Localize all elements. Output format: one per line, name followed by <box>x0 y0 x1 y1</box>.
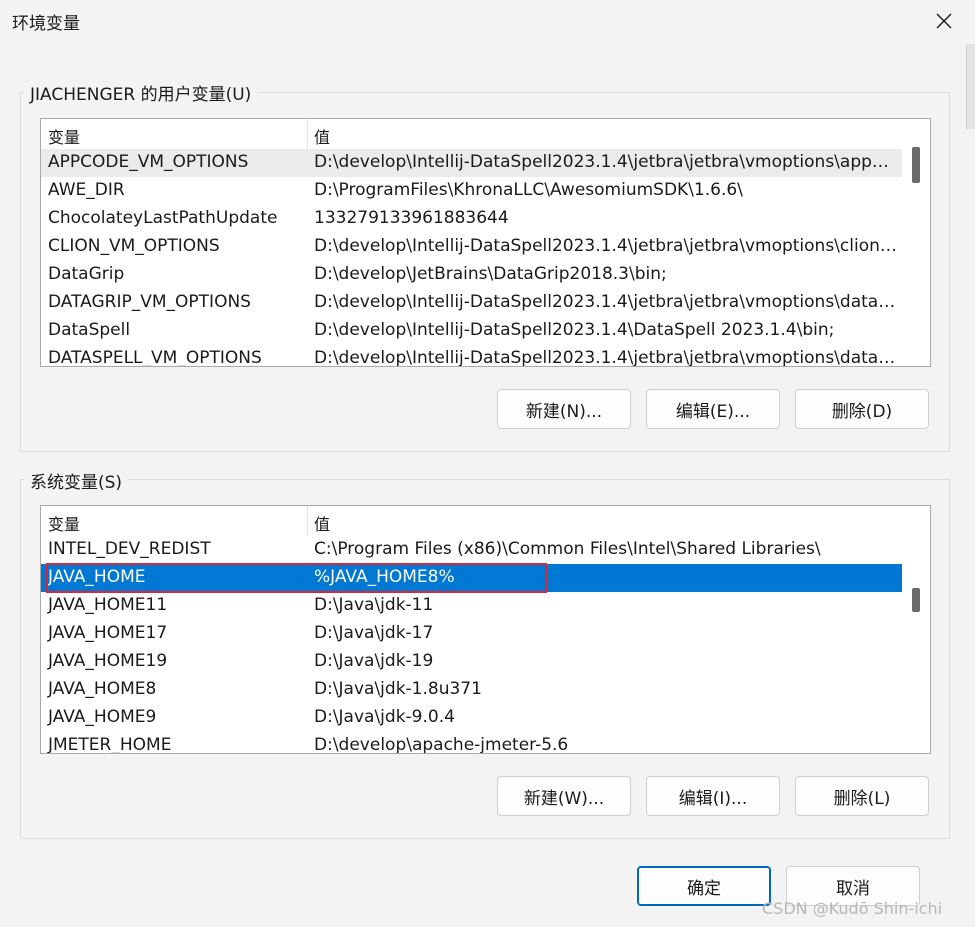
variable-value: D:\Java\jdk-11 <box>314 595 434 615</box>
variable-value: D:\develop\apache-jmeter-5.6 <box>314 735 569 754</box>
variable-value: D:\Java\jdk-19 <box>314 651 434 671</box>
system-variables-list[interactable]: 变量 值 INTEL_DEV_REDIST C:\Program Files (x… <box>40 505 931 754</box>
system-variables-legend: 系统变量(S) <box>24 468 129 493</box>
user-variables-list[interactable]: 变量 值 APPCODE_VM_OPTIONS D:\develop\Intell… <box>40 118 931 367</box>
system-delete-button[interactable]: 删除(L) <box>795 776 929 816</box>
variable-value: D:\develop\JetBrains\DataGrip2018.3\bin; <box>314 264 667 284</box>
table-row[interactable]: DataGrip D:\develop\JetBrains\DataGrip201… <box>41 261 902 289</box>
list-header: 变量 值 <box>41 119 902 149</box>
variable-value: C:\Program Files (x86)\Common Files\Inte… <box>314 539 821 559</box>
variable-value: D:\Java\jdk-17 <box>314 623 434 643</box>
system-new-button[interactable]: 新建(W)... <box>497 776 631 816</box>
scrollbar-thumb[interactable] <box>912 588 920 612</box>
variable-name: APPCODE_VM_OPTIONS <box>48 152 249 172</box>
system-edit-button[interactable]: 编辑(I)... <box>646 776 780 816</box>
table-row[interactable]: JAVA_HOME17 D:\Java\jdk-17 <box>41 620 902 648</box>
variable-value: %JAVA_HOME8% <box>314 567 455 587</box>
column-header-value[interactable]: 值 <box>314 124 330 148</box>
variable-value: D:\develop\Intellij-DataSpell2023.1.4\je… <box>314 348 898 367</box>
table-row[interactable]: JMETER_HOME D:\develop\apache-jmeter-5.6 <box>41 732 902 754</box>
variable-name: JMETER_HOME <box>48 735 172 754</box>
user-variables-rows: APPCODE_VM_OPTIONS D:\develop\Intellij-Da… <box>41 149 902 367</box>
variable-name: DATASPELL_VM_OPTIONS <box>48 348 262 367</box>
table-row[interactable]: INTEL_DEV_REDIST C:\Program Files (x86)\C… <box>41 536 902 564</box>
variable-name: DATAGRIP_VM_OPTIONS <box>48 292 251 312</box>
variable-name: CLION_VM_OPTIONS <box>48 236 220 256</box>
variable-name: JAVA_HOME8 <box>48 679 157 699</box>
column-header-variable[interactable]: 变量 <box>48 511 80 535</box>
variable-value: D:\develop\Intellij-DataSpell2023.1.4\je… <box>314 292 898 312</box>
column-divider[interactable] <box>307 119 308 149</box>
variable-name: DataGrip <box>48 264 125 284</box>
table-row[interactable]: DATAGRIP_VM_OPTIONS D:\develop\Intellij-D… <box>41 289 902 317</box>
user-edit-button[interactable]: 编辑(E)... <box>646 389 780 429</box>
scrollbar-thumb[interactable] <box>912 147 920 183</box>
vertical-scrollbar[interactable] <box>902 119 930 366</box>
variable-value: D:\develop\Intellij-DataSpell2023.1.4\je… <box>314 152 898 172</box>
variable-name: JAVA_HOME11 <box>48 595 168 615</box>
variable-name: DataSpell <box>48 320 131 340</box>
close-button[interactable] <box>928 6 960 36</box>
table-row[interactable]: JAVA_HOME19 D:\Java\jdk-19 <box>41 648 902 676</box>
column-header-variable[interactable]: 变量 <box>48 124 80 148</box>
background-window-edge <box>966 44 975 129</box>
variable-value: 133279133961883644 <box>314 208 509 228</box>
user-new-button[interactable]: 新建(N)... <box>497 389 631 429</box>
variable-name: INTEL_DEV_REDIST <box>48 539 211 559</box>
table-row[interactable]: JAVA_HOME11 D:\Java\jdk-11 <box>41 592 902 620</box>
variable-value: D:\Java\jdk-1.8u371 <box>314 679 482 699</box>
table-row[interactable]: AWE_DIR D:\ProgramFiles\KhronaLLC\Awesomi… <box>41 177 902 205</box>
user-delete-button[interactable]: 删除(D) <box>795 389 929 429</box>
table-row[interactable]: DataSpell D:\develop\Intellij-DataSpell20… <box>41 317 902 345</box>
variable-name: JAVA_HOME17 <box>48 623 168 643</box>
variable-name: AWE_DIR <box>48 180 125 200</box>
table-row[interactable]: APPCODE_VM_OPTIONS D:\develop\Intellij-Da… <box>41 149 902 177</box>
table-row[interactable]: CLION_VM_OPTIONS D:\develop\Intellij-Data… <box>41 233 902 261</box>
user-variables-legend: JIACHENGER 的用户变量(U) <box>24 80 258 105</box>
table-row[interactable]: JAVA_HOME9 D:\Java\jdk-9.0.4 <box>41 704 902 732</box>
variable-name: ChocolateyLastPathUpdate <box>48 208 278 228</box>
table-row[interactable]: ChocolateyLastPathUpdate 1332791339618836… <box>41 205 902 233</box>
variable-value: D:\develop\Intellij-DataSpell2023.1.4\je… <box>314 236 898 256</box>
window-title: 环境变量 <box>12 14 80 34</box>
variable-value: D:\develop\Intellij-DataSpell2023.1.4\Da… <box>314 320 835 340</box>
variable-value: D:\Java\jdk-9.0.4 <box>314 707 455 727</box>
watermark: CSDN @Kudō Shin-ichi <box>762 899 943 918</box>
variable-value: D:\ProgramFiles\KhronaLLC\AwesomiumSDK\1… <box>314 180 743 200</box>
title-bar: 环境变量 <box>0 0 975 44</box>
close-icon <box>936 13 952 29</box>
table-row[interactable]: JAVA_HOME8 D:\Java\jdk-1.8u371 <box>41 676 902 704</box>
system-variables-rows: INTEL_DEV_REDIST C:\Program Files (x86)\C… <box>41 536 902 754</box>
variable-name: JAVA_HOME <box>48 567 146 587</box>
vertical-scrollbar[interactable] <box>902 506 930 753</box>
variable-name: JAVA_HOME19 <box>48 651 168 671</box>
table-row-selected[interactable]: JAVA_HOME %JAVA_HOME8% <box>41 564 902 592</box>
column-divider[interactable] <box>307 506 308 536</box>
column-header-value[interactable]: 值 <box>314 511 330 535</box>
ok-button[interactable]: 确定 <box>637 866 771 906</box>
variable-name: JAVA_HOME9 <box>48 707 157 727</box>
list-header: 变量 值 <box>41 506 902 536</box>
table-row[interactable]: DATASPELL_VM_OPTIONS D:\develop\Intellij-… <box>41 345 902 367</box>
